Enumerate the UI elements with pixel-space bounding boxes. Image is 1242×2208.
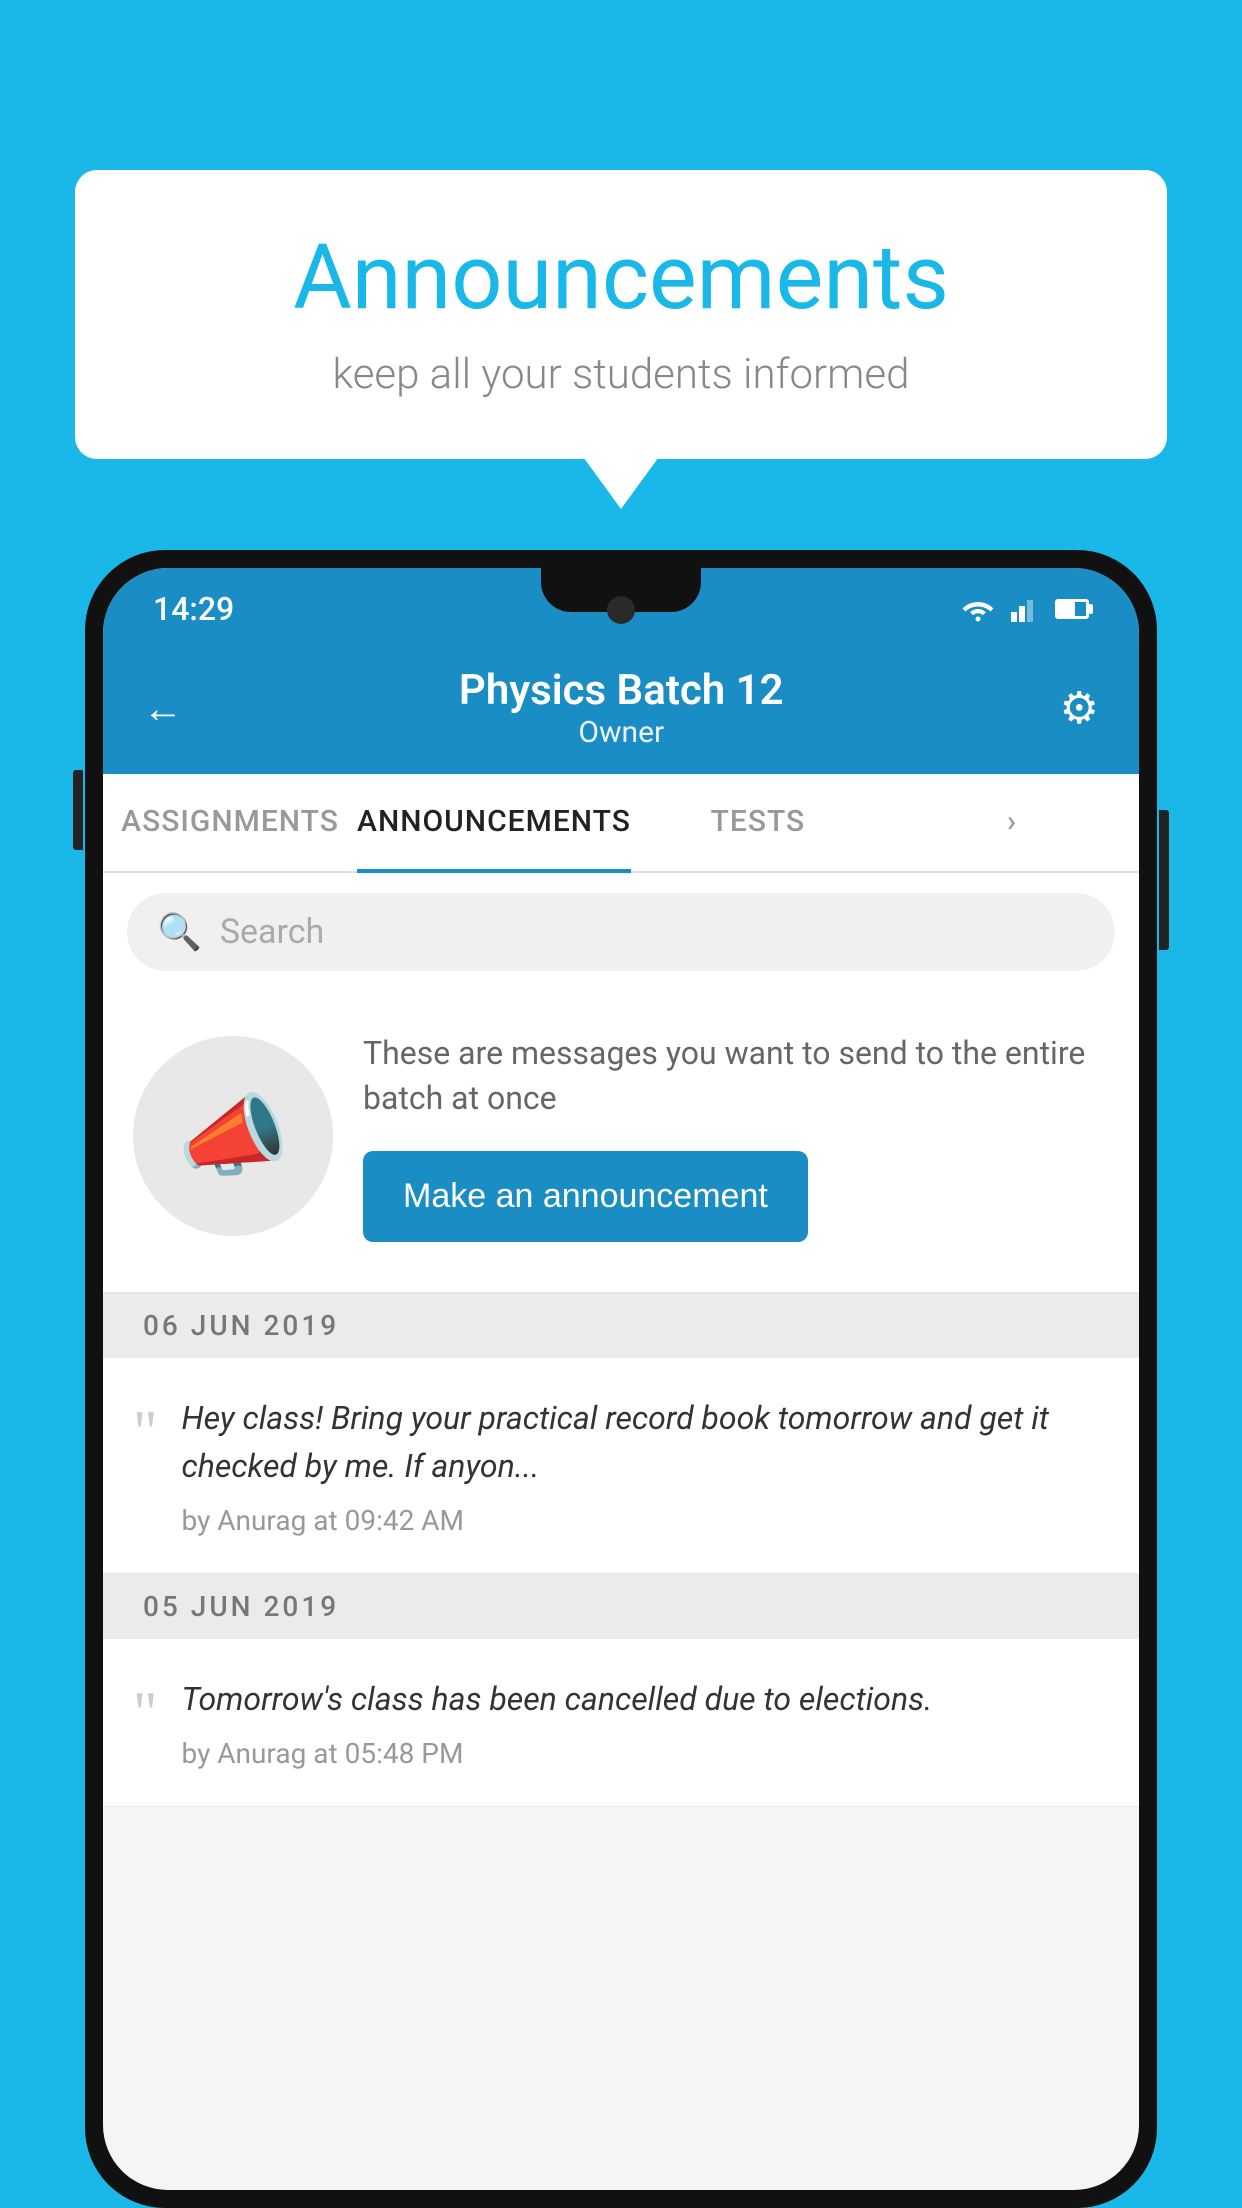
date-separator-2: 05 JUN 2019: [103, 1574, 1139, 1639]
make-announcement-button[interactable]: Make an announcement: [363, 1151, 808, 1242]
header-subtitle: Owner: [183, 715, 1060, 750]
status-time: 14:29: [153, 590, 234, 628]
quote-icon-2: ": [133, 1683, 158, 1770]
cta-description: These are messages you want to send to t…: [363, 1031, 1109, 1121]
search-placeholder: Search: [220, 912, 324, 952]
quote-icon-1: ": [133, 1402, 158, 1537]
app-header: ← Physics Batch 12 Owner ⚙: [103, 642, 1139, 774]
search-container: 🔍 Search: [103, 873, 1139, 991]
tabs-bar: ASSIGNMENTS ANNOUNCEMENTS TESTS ›: [103, 774, 1139, 873]
header-title-group: Physics Batch 12 Owner: [183, 666, 1060, 750]
battery-icon: [1055, 599, 1089, 619]
cta-card: 📣 These are messages you want to send to…: [103, 991, 1139, 1293]
phone-container: 14:29: [85, 550, 1157, 2208]
date-separator-1: 06 JUN 2019: [103, 1293, 1139, 1358]
cta-content: These are messages you want to send to t…: [363, 1031, 1109, 1242]
speech-bubble: Announcements keep all your students inf…: [75, 170, 1167, 459]
speech-bubble-container: Announcements keep all your students inf…: [75, 170, 1167, 459]
phone-side-btn-left: [73, 770, 83, 850]
phone-camera: [607, 596, 635, 624]
announcement-content-1: Hey class! Bring your practical record b…: [182, 1394, 1100, 1537]
announcement-meta-1: by Anurag at 09:42 AM: [182, 1504, 1100, 1537]
tab-more[interactable]: ›: [885, 774, 1139, 871]
tab-assignments[interactable]: ASSIGNMENTS: [103, 774, 357, 871]
signal-icon: [1011, 596, 1039, 622]
megaphone-icon: 📣: [177, 1084, 289, 1189]
battery-fill: [1058, 602, 1075, 616]
header-title: Physics Batch 12: [183, 666, 1060, 715]
phone-side-btn-right: [1159, 810, 1169, 950]
phone-screen: 14:29: [103, 568, 1139, 2190]
announcement-content-2: Tomorrow's class has been cancelled due …: [182, 1675, 1100, 1770]
back-button[interactable]: ←: [143, 685, 183, 732]
wifi-icon: [961, 596, 995, 622]
search-bar[interactable]: 🔍 Search: [127, 893, 1115, 971]
announcement-meta-2: by Anurag at 05:48 PM: [182, 1737, 1100, 1770]
announcement-item-1: " Hey class! Bring your practical record…: [103, 1358, 1139, 1574]
announcement-text-2: Tomorrow's class has been cancelled due …: [182, 1675, 1100, 1723]
phone-frame: 14:29: [85, 550, 1157, 2208]
announcement-text-1: Hey class! Bring your practical record b…: [182, 1394, 1100, 1490]
tab-tests[interactable]: TESTS: [631, 774, 885, 871]
speech-bubble-subtitle: keep all your students informed: [135, 350, 1107, 399]
status-icons: [961, 596, 1089, 622]
tab-announcements[interactable]: ANNOUNCEMENTS: [357, 774, 631, 873]
gear-icon[interactable]: ⚙: [1060, 682, 1099, 734]
phone-notch: [541, 568, 701, 612]
search-icon: 🔍: [157, 911, 202, 953]
cta-icon-circle: 📣: [133, 1036, 333, 1236]
speech-bubble-title: Announcements: [135, 225, 1107, 330]
announcement-item-2: " Tomorrow's class has been cancelled du…: [103, 1639, 1139, 1807]
